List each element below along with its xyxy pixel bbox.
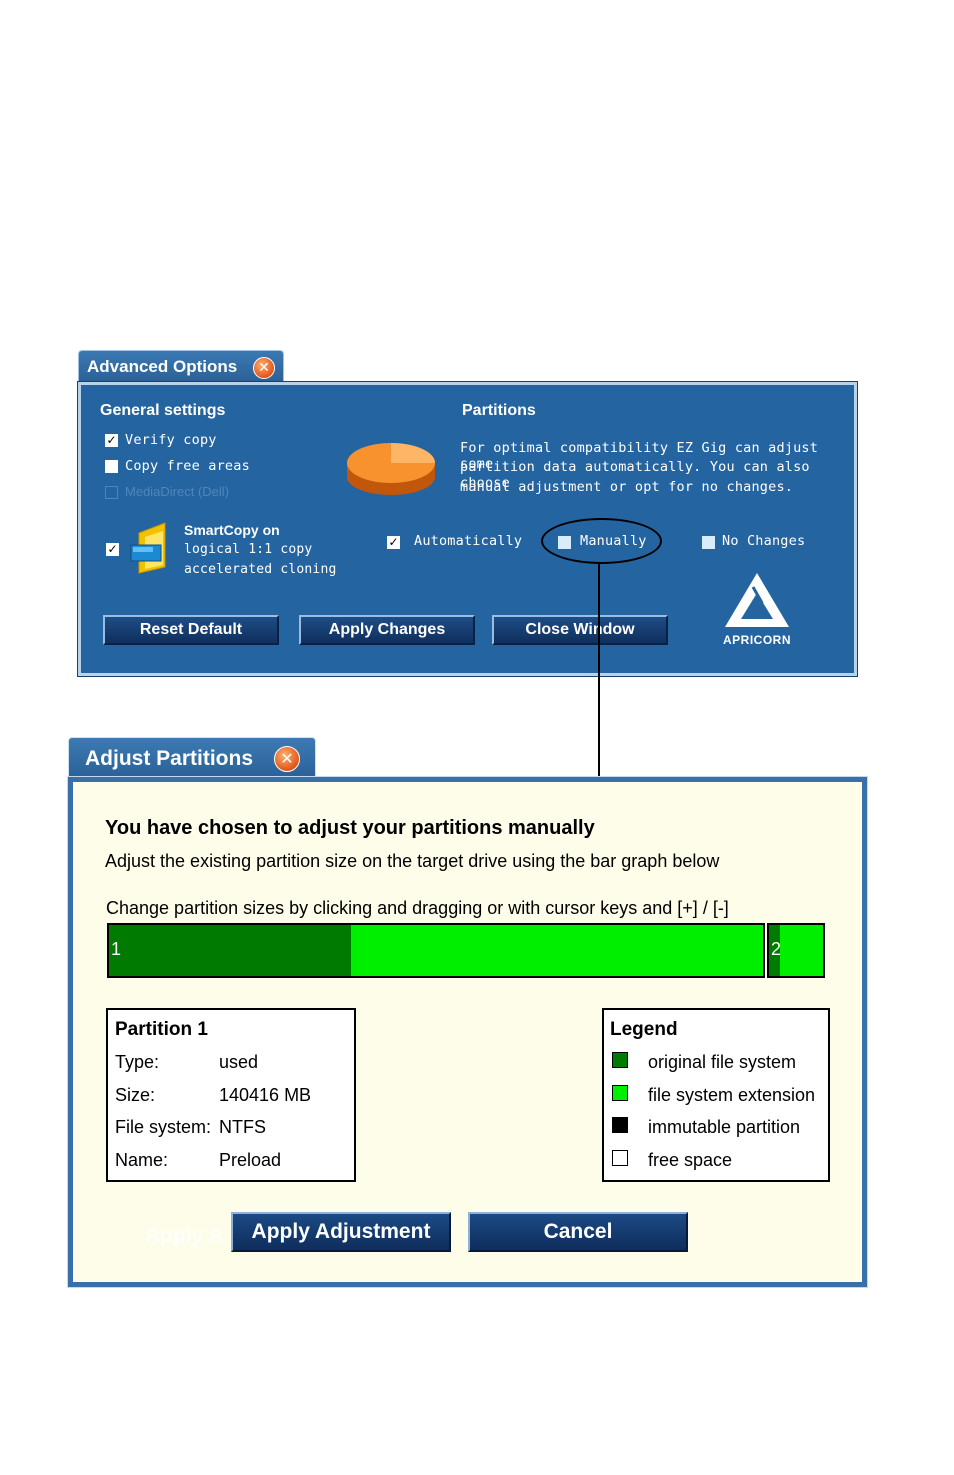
partition-info-box: Partition 1 Type: used Size: 140416 MB F… [106,1008,356,1182]
mediadirect-checkbox [105,486,118,499]
partition-1-label: 1 [111,939,122,959]
partition-type-value: used [219,1052,259,1072]
adjust-partitions-tab: Adjust Partitions ✕ [68,737,316,779]
automatically-checkbox[interactable]: ✓ [387,536,400,549]
partition-1-original-segment: 1 [109,925,351,976]
partition-1-bar[interactable]: 1 [107,923,765,978]
copy-free-areas-checkbox[interactable] [105,460,118,473]
cancel-button[interactable]: Cancel [468,1212,688,1252]
general-settings-heading: General settings [100,402,226,419]
legend-label-free: free space [648,1150,733,1170]
apply-changes-button[interactable]: Apply Changes [299,615,475,645]
close-icon[interactable]: ✕ [274,746,300,772]
callout-connector-line [598,564,600,778]
pie-chart-icon [347,443,435,495]
legend-label-immutable: immutable partition [648,1117,801,1137]
advanced-options-tab: Advanced Options ✕ [78,350,284,384]
partitions-heading: Partitions [462,402,536,419]
partition-2-label: 2 [771,939,782,959]
smartcopy-line3: accelerated cloning [184,562,337,577]
legend-title: Legend [610,1019,678,1040]
partition-fs-value: NTFS [219,1117,266,1137]
apricorn-logo-text: APRICORN [722,633,791,647]
partition-name-key: Name: [115,1150,169,1170]
partition-size-value: 140416 MB [219,1085,312,1105]
adjust-partitions-panel: You have chosen to adjust your partition… [67,776,868,1288]
ghost-button-label: Apply A [145,1224,224,1247]
adjust-partitions-title: Adjust Partitions [85,747,254,770]
manually-highlight-oval [541,518,662,564]
adjust-instruction: Change partition sizes by clicking and d… [106,898,729,918]
partition-size-key: Size: [115,1085,156,1105]
smartcopy-title: SmartCopy on [184,522,280,538]
no-changes-label: No Changes [722,533,806,549]
smartcopy-icon [130,522,166,574]
adjust-heading: You have chosen to adjust your partition… [105,817,595,839]
adjust-subheading: Adjust the existing partition size on th… [105,851,720,871]
close-icon[interactable]: ✕ [253,357,275,379]
legend-swatch-extension [612,1085,628,1101]
close-window-button[interactable]: Close Window [492,615,668,645]
advanced-options-panel: General settings ✓ Verify copy Copy free… [77,381,858,677]
partition-2-bar[interactable]: 2 [767,923,825,978]
partitions-desc-line3: manual adjustment or opt for no changes. [460,479,794,495]
legend-box: Legend original file system file system … [602,1008,830,1182]
smartcopy-line2: logical 1:1 copy [184,542,313,557]
partition-fs-key: File system: [115,1117,212,1137]
automatically-label: Automatically [414,533,523,549]
verify-copy-checkbox[interactable]: ✓ [105,434,118,447]
legend-swatch-immutable [612,1117,628,1133]
legend-label-extension: file system extension [648,1085,816,1105]
legend-swatch-original [612,1052,628,1068]
legend-swatch-free [612,1150,628,1166]
advanced-options-title: Advanced Options [87,357,238,376]
smartcopy-checkbox[interactable]: ✓ [106,543,119,556]
reset-default-button[interactable]: Reset Default [103,615,279,645]
verify-copy-label: Verify copy [125,432,217,448]
partition-name-value: Preload [219,1150,282,1170]
partition-type-key: Type: [115,1052,160,1072]
legend-label-original: original file system [648,1052,797,1072]
apply-adjustment-button[interactable]: Apply Adjustment [231,1212,451,1252]
copy-free-areas-label: Copy free areas [125,458,250,474]
partition-2-original-segment: 2 [769,925,782,976]
no-changes-checkbox[interactable] [702,536,715,549]
partition-2-extension-segment [779,925,823,976]
mediadirect-label: MediaDirect (Dell) [125,484,230,499]
partition-1-extension-segment [350,925,763,976]
partition-info-title: Partition 1 [115,1019,208,1040]
